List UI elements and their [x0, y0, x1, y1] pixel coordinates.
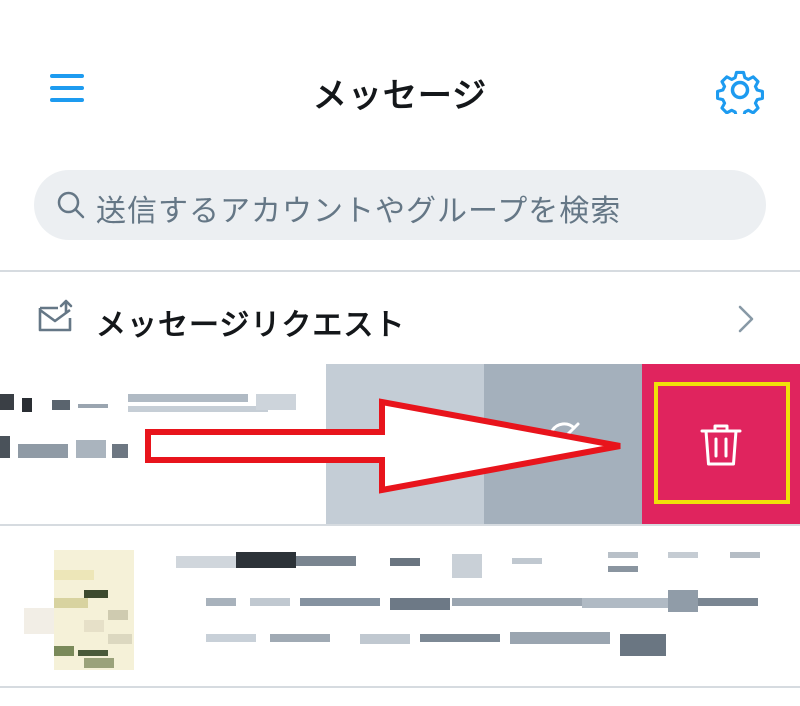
swipe-action-more[interactable] [326, 364, 484, 524]
page-title: メッセージ [312, 76, 488, 116]
mail-request-icon [38, 299, 73, 332]
conversation-row-blurred[interactable] [0, 526, 800, 686]
search-placeholder: 送信するアカウントやグループを検索 [96, 194, 622, 229]
trash-icon [700, 424, 742, 466]
header: メッセージ [0, 40, 800, 140]
message-requests-row[interactable]: メッセージリクエスト [0, 272, 800, 364]
search-icon [57, 191, 85, 219]
snooze-icon [548, 422, 580, 454]
avatar [24, 550, 144, 670]
chevron-right-icon [738, 305, 754, 333]
message-requests-label: メッセージリクエスト [96, 308, 406, 343]
swiped-conversation-row[interactable] [0, 364, 800, 524]
search-input[interactable]: 送信するアカウントやグループを検索 [34, 170, 766, 240]
gear-icon[interactable] [716, 66, 764, 119]
conversation-preview-blurred [0, 364, 326, 524]
messages-screen: メッセージ 送信するアカウントやグループを検索 メッセージリクエスト [0, 0, 800, 706]
divider [0, 686, 800, 688]
delete-button[interactable] [642, 364, 800, 524]
swipe-action-snooze[interactable] [484, 364, 642, 524]
